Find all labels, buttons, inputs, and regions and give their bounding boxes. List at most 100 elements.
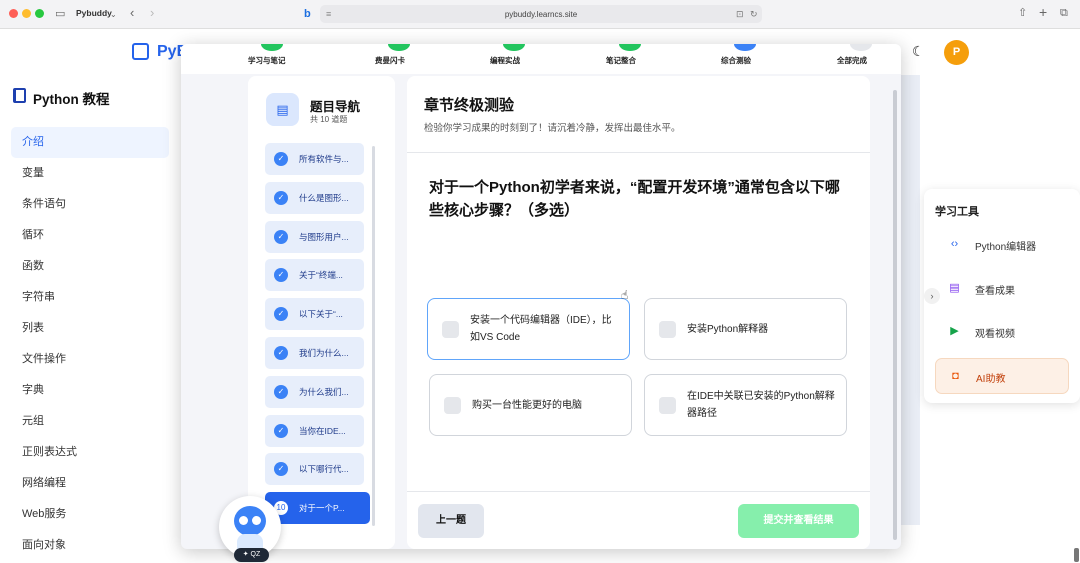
step-dot	[850, 44, 872, 51]
question-nav-item[interactable]: ✓ 关于“终端...	[265, 259, 364, 292]
theme-toggle-moon-icon[interactable]: ☾	[912, 43, 925, 60]
reload-icon[interactable]: ↻	[750, 8, 758, 20]
tutorial-sidebar: Python 教程 介绍 变量 条件语句 循环 函数 字符串 列表 文件操作 字典 元组 正则表达式…	[0, 75, 180, 563]
answer-option[interactable]: 安装Python解释器	[644, 298, 847, 360]
sidebar-item[interactable]: 条件语句	[11, 189, 169, 220]
hand-cursor-icon: ☝	[621, 288, 629, 302]
mascot-face	[234, 506, 266, 536]
sidebar-toggle-icon[interactable]: ▭	[55, 8, 65, 20]
quiz-subtitle: 检验你学习成果的时刻到了！请沉着冷静，发挥出最佳水平。	[424, 123, 681, 134]
submit-button[interactable]: 提交并查看结果	[738, 504, 859, 538]
option-checkbox[interactable]	[444, 397, 461, 414]
address-bar[interactable]: ≡ pybuddy.learncs.site ⊡ ↻	[320, 5, 762, 23]
tab-overview-icon[interactable]: ⧉	[1060, 7, 1068, 19]
check-icon: ✓	[274, 229, 288, 244]
sidebar-item[interactable]: 字典	[11, 375, 169, 406]
question-nav-item[interactable]: 10 对于一个P...	[265, 492, 370, 525]
question-nav-label: 以下关于“...	[299, 309, 343, 320]
option-text: 安装Python解释器	[687, 324, 769, 335]
question-navigator: ▤ 题目导航 共 10 道题 ✓ 所有软件与... ✓ 什么是图形... ✓ 与图形用户.…	[248, 76, 395, 549]
question-nav-label: 与图形用户...	[299, 231, 349, 242]
question-nav-item[interactable]: ✓ 当你在IDE...	[265, 414, 364, 447]
maximize-window-button[interactable]	[35, 9, 44, 18]
sidebar-list: 介绍 变量 条件语句 循环 函数 字符串 列表 文件操作 字典 元组 正则表达式 网络编程 Web服务面…	[11, 127, 169, 561]
sidebar-item[interactable]: 字符串	[11, 282, 169, 313]
sidebar-item[interactable]: 网络编程	[11, 468, 169, 499]
divider	[407, 152, 870, 153]
notebook-icon: ▤	[949, 281, 960, 294]
step-dot	[734, 44, 756, 51]
check-icon: ✓	[274, 462, 288, 477]
translate-icon[interactable]: ⊡	[736, 8, 744, 20]
question-nav-item[interactable]: ✓ 与图形用户...	[265, 220, 364, 253]
answer-option[interactable]: 在IDE中关联已安装的Python解释器路径	[644, 374, 847, 436]
answer-option[interactable]: 安装一个代码编辑器（IDE），比如VS Code	[427, 298, 630, 360]
minimize-window-button[interactable]	[22, 9, 31, 18]
sidebar-item[interactable]: 变量	[11, 158, 169, 189]
option-checkbox[interactable]	[659, 397, 676, 414]
option-checkbox[interactable]	[659, 321, 676, 338]
page-scrollbar[interactable]	[1074, 548, 1079, 562]
screen: ▭ Pybuddy ⌄ ‹ › b ≡ pybuddy.learncs.site…	[0, 0, 1080, 563]
sidebar-item[interactable]: 介绍	[11, 127, 169, 158]
step-label: 综合测验	[721, 56, 751, 65]
step-dot	[503, 44, 525, 51]
right-backdrop	[900, 75, 920, 525]
clipboard-icon: ▤	[266, 93, 299, 126]
question-nav-item[interactable]: ✓ 我们为什么...	[265, 337, 364, 369]
question-nav-label: 关于“终端...	[299, 270, 343, 281]
tab-title[interactable]: Pybuddy	[76, 8, 112, 18]
question-text: 对于一个Python初学者来说，“配置开发环境”通常包含以下哪些核心步骤？（多选…	[429, 179, 840, 219]
check-icon: ✓	[274, 268, 288, 283]
quiz-title: 章节终极测验	[424, 97, 515, 114]
tool-code[interactable]: ‹› Python编辑器	[935, 227, 1069, 263]
step-label: 全部完成	[837, 56, 867, 65]
mascot-eye	[239, 516, 248, 525]
tool-notebook[interactable]: ▤ 查看成果	[935, 271, 1069, 307]
forward-icon[interactable]: ›	[150, 6, 154, 19]
close-window-button[interactable]	[9, 9, 18, 18]
step-dot	[619, 44, 641, 51]
sidebar-item[interactable]: 文件操作	[11, 344, 169, 375]
bing-icon: b	[304, 8, 311, 20]
question-nav-label: 对于一个P...	[299, 503, 345, 514]
new-tab-icon[interactable]: +	[1039, 5, 1047, 19]
question-nav-item[interactable]: ✓ 什么是图形...	[265, 181, 364, 214]
sidebar-item[interactable]: 函数	[11, 251, 169, 282]
mascot-badge: ✦ QZ	[234, 548, 269, 562]
navigator-scrollbar[interactable]	[372, 146, 375, 526]
answer-option[interactable]: 购买一台性能更好的电脑	[429, 374, 632, 436]
sidebar-item[interactable]: 循环	[11, 220, 169, 251]
modal-scrollbar[interactable]	[893, 90, 897, 540]
sidebar-item[interactable]: 面向对象	[11, 530, 169, 561]
sidebar-item[interactable]: Web服务	[11, 499, 169, 530]
sidebar-item[interactable]: 正则表达式	[11, 437, 169, 468]
robot-icon: ◘	[952, 369, 959, 382]
tool-label: Python编辑器	[975, 242, 1037, 253]
play-icon: ▶	[950, 325, 959, 337]
learning-tools-panel: 学习工具 ‹› Python编辑器 ▤ 查看成果 ▶ 观看视频 ◘ AI助教	[924, 189, 1080, 403]
tool-label: AI助教	[976, 373, 1006, 385]
collapse-tools-chevron-icon[interactable]: ›	[924, 288, 940, 304]
question-nav-label: 我们为什么...	[299, 348, 349, 358]
tool-robot[interactable]: ◘ AI助教	[935, 357, 1069, 394]
option-text: 购买一台性能更好的电脑	[472, 400, 582, 411]
question-nav-item[interactable]: ✓ 以下关于“...	[265, 298, 364, 331]
step-dot	[261, 44, 283, 51]
question-count: 共 10 道题	[310, 115, 348, 124]
question-nav-item[interactable]: ✓ 所有软件与...	[265, 143, 364, 175]
sidebar-item[interactable]: 列表	[11, 313, 169, 344]
tool-play[interactable]: ▶ 观看视频	[935, 314, 1069, 350]
option-checkbox[interactable]	[442, 321, 459, 338]
check-icon: ✓	[274, 152, 288, 166]
user-avatar[interactable]: P	[944, 40, 969, 65]
question-nav-item[interactable]: ✓ 为什么我们...	[265, 375, 364, 408]
tools-title: 学习工具	[935, 206, 979, 218]
share-icon[interactable]: ⇧	[1018, 7, 1027, 19]
back-icon[interactable]: ‹	[130, 6, 134, 19]
chip-logo-icon	[132, 43, 149, 60]
sidebar-item[interactable]: 元组	[11, 406, 169, 437]
question-nav-item[interactable]: ✓ 以下哪行代...	[265, 453, 364, 486]
chevron-down-icon[interactable]: ⌄	[110, 9, 117, 21]
previous-question-button[interactable]: 上一题	[418, 504, 484, 538]
